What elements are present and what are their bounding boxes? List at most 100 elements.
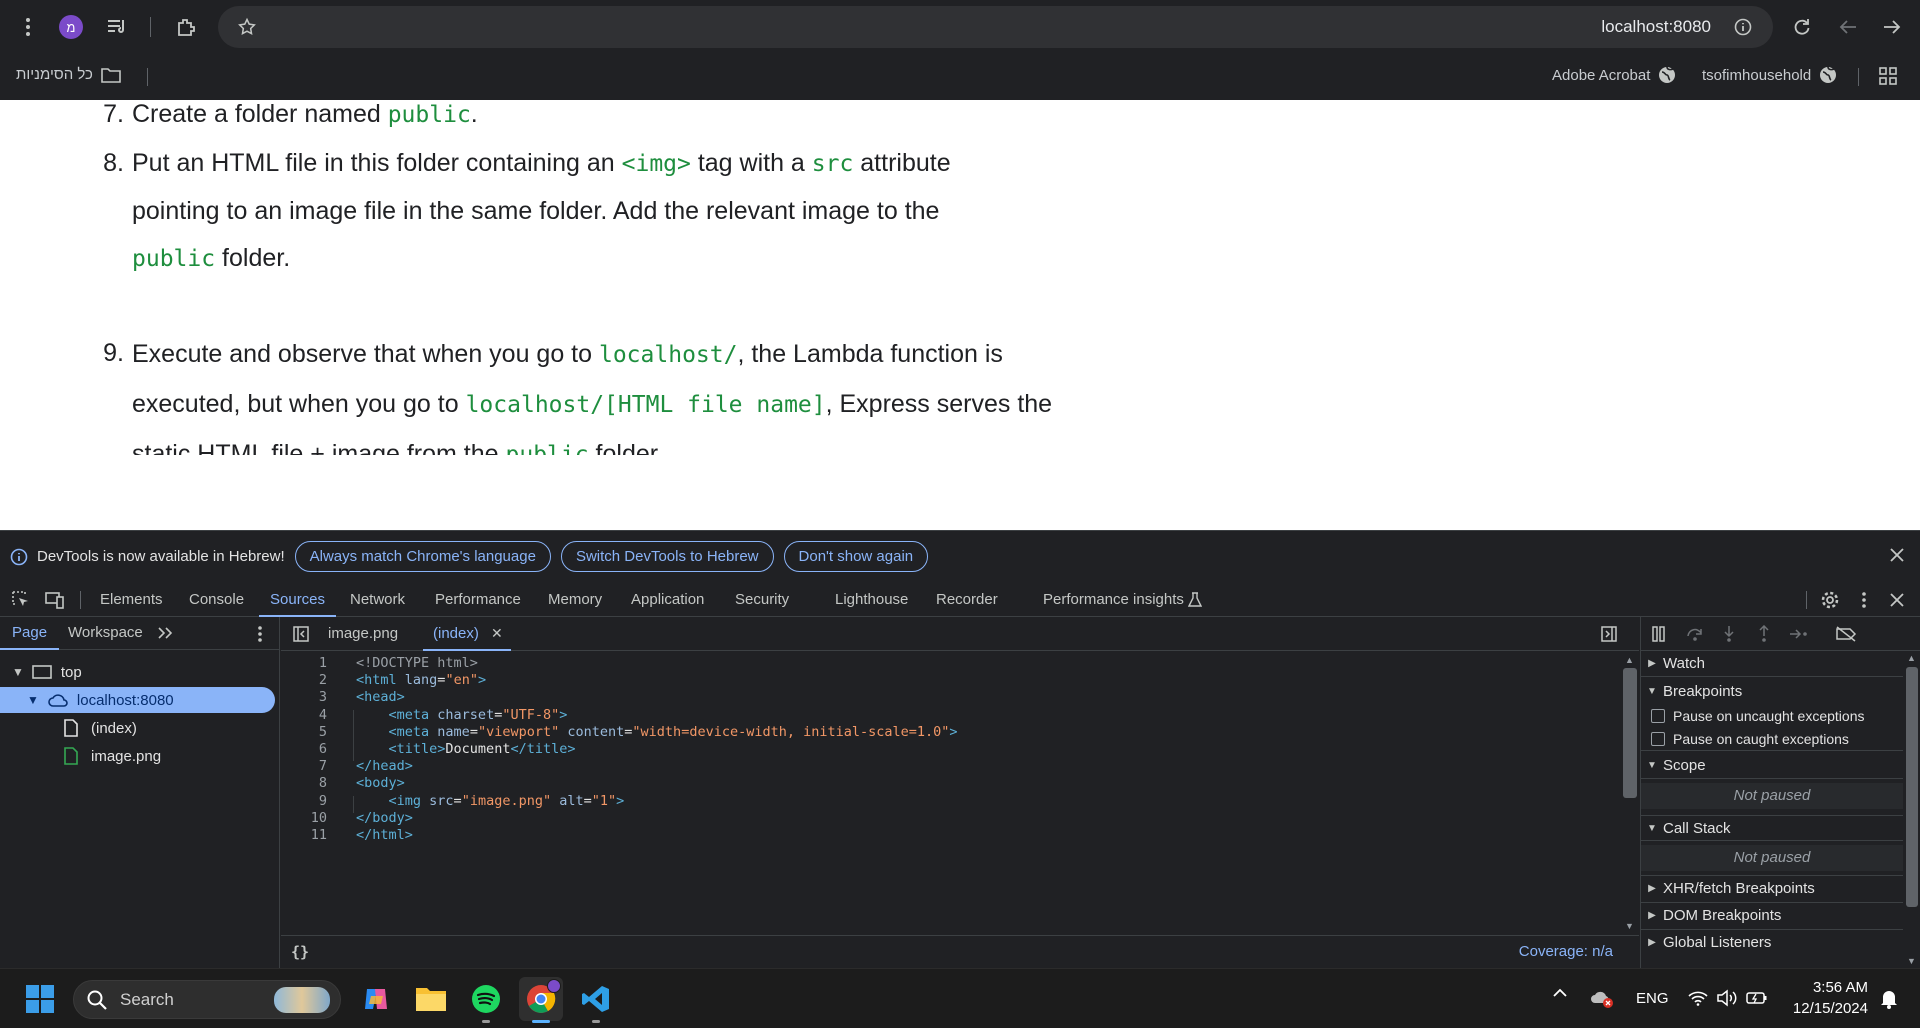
scrollbar-thumb[interactable] bbox=[1623, 668, 1637, 798]
tab-security[interactable]: Security bbox=[735, 582, 789, 617]
code-line[interactable]: <html lang="en"> bbox=[356, 672, 486, 688]
line-number[interactable]: 11 bbox=[281, 827, 327, 843]
section-xhr-breakpoints[interactable]: ▶ XHR/fetch Breakpoints bbox=[1641, 875, 1903, 901]
vertical-scrollbar[interactable]: ▲ ▼ bbox=[1621, 655, 1639, 931]
tree-item-image[interactable]: image.png bbox=[0, 743, 275, 769]
navigator-menu-icon[interactable] bbox=[257, 625, 263, 643]
vscode-app[interactable] bbox=[574, 977, 618, 1023]
tree-item-localhost[interactable]: ▼ localhost:8080 bbox=[0, 687, 275, 713]
close-devtools-icon[interactable] bbox=[1890, 593, 1904, 607]
clock-date[interactable]: 12/15/2024 bbox=[1780, 1000, 1868, 1017]
expand-triangle-icon[interactable]: ▼ bbox=[12, 665, 24, 679]
editor-tab-image[interactable]: image.png bbox=[328, 617, 398, 651]
step-over-icon[interactable] bbox=[1686, 626, 1704, 642]
bookmark-tsofimhousehold[interactable]: tsofimhousehold bbox=[1702, 66, 1837, 84]
code-line[interactable]: <head> bbox=[356, 689, 405, 705]
expand-triangle-icon[interactable]: ▼ bbox=[27, 693, 39, 707]
wifi-icon[interactable] bbox=[1688, 990, 1708, 1006]
section-dom-breakpoints[interactable]: ▶ DOM Breakpoints bbox=[1641, 902, 1903, 928]
start-button[interactable] bbox=[18, 977, 62, 1021]
line-number[interactable]: 10 bbox=[281, 810, 327, 826]
code-line[interactable]: <meta charset="UTF-8"> bbox=[356, 707, 568, 723]
step-icon[interactable] bbox=[1789, 626, 1809, 642]
pause-resume-icon[interactable] bbox=[1651, 626, 1667, 642]
tab-performance-insights[interactable]: Performance insights bbox=[1043, 582, 1184, 617]
url-text[interactable]: localhost:8080 bbox=[1601, 17, 1711, 37]
line-number[interactable]: 2 bbox=[281, 672, 327, 688]
tree-item-index[interactable]: (index) bbox=[0, 715, 275, 741]
toggle-debugger-icon[interactable] bbox=[1601, 626, 1617, 642]
tab-console[interactable]: Console bbox=[189, 582, 244, 617]
code-line[interactable]: <title>Document</title> bbox=[356, 741, 576, 757]
section-breakpoints[interactable]: ▼ Breakpoints bbox=[1641, 678, 1903, 704]
show-hidden-icons-chevron[interactable] bbox=[1552, 987, 1568, 999]
line-number[interactable]: 5 bbox=[281, 724, 327, 740]
line-number[interactable]: 6 bbox=[281, 741, 327, 757]
deactivate-breakpoints-icon[interactable] bbox=[1835, 626, 1857, 642]
battery-icon[interactable] bbox=[1746, 990, 1768, 1006]
code-line[interactable]: </head> bbox=[356, 758, 413, 774]
volume-icon[interactable] bbox=[1716, 989, 1738, 1007]
sidebar-scrollbar[interactable]: ▲ ▼ bbox=[1903, 651, 1920, 968]
pause-uncaught-row[interactable]: Pause on uncaught exceptions bbox=[1641, 704, 1903, 728]
pretty-print-button[interactable]: {} bbox=[291, 943, 309, 961]
scrollbar-thumb[interactable] bbox=[1906, 667, 1918, 907]
chrome-app[interactable] bbox=[519, 977, 563, 1023]
code-line[interactable]: </html> bbox=[356, 827, 413, 843]
settings-gear-icon[interactable] bbox=[1820, 590, 1840, 610]
spotify-app[interactable] bbox=[464, 977, 508, 1023]
tab-network[interactable]: Network bbox=[350, 582, 405, 617]
nav-tab-workspace[interactable]: Workspace bbox=[68, 617, 143, 649]
more-tabs-chevron-icon[interactable] bbox=[157, 626, 173, 640]
device-toolbar-icon[interactable] bbox=[45, 590, 65, 610]
forward-arrow-icon[interactable] bbox=[1880, 15, 1904, 39]
bookmark-star-icon[interactable] bbox=[236, 16, 258, 38]
inspect-element-icon[interactable] bbox=[11, 590, 31, 610]
menu-kebab-icon[interactable] bbox=[18, 15, 38, 39]
line-number[interactable]: 8 bbox=[281, 775, 327, 791]
always-match-language-button[interactable]: Always match Chrome's language bbox=[294, 541, 551, 572]
line-number[interactable]: 7 bbox=[281, 758, 327, 774]
line-number[interactable]: 3 bbox=[281, 689, 327, 705]
bookmark-adobe-acrobat[interactable]: Adobe Acrobat bbox=[1552, 66, 1676, 84]
line-number[interactable]: 4 bbox=[281, 707, 327, 723]
code-line[interactable]: <body> bbox=[356, 775, 405, 791]
scroll-up-arrow[interactable]: ▲ bbox=[1907, 653, 1916, 663]
section-global-listeners[interactable]: ▶ Global Listeners bbox=[1641, 929, 1903, 955]
back-arrow-icon[interactable] bbox=[1836, 15, 1860, 39]
code-line[interactable]: </body> bbox=[356, 810, 413, 826]
code-line[interactable]: <meta name="viewport" content="width=dev… bbox=[356, 724, 958, 740]
tab-recorder[interactable]: Recorder bbox=[936, 582, 998, 617]
scroll-down-arrow[interactable]: ▼ bbox=[1625, 921, 1634, 931]
file-explorer-app[interactable] bbox=[409, 977, 453, 1021]
language-indicator[interactable]: ENG bbox=[1636, 990, 1669, 1007]
line-number[interactable]: 1 bbox=[281, 655, 327, 671]
pause-caught-row[interactable]: Pause on caught exceptions bbox=[1641, 727, 1903, 751]
step-out-icon[interactable] bbox=[1756, 625, 1772, 643]
close-icon[interactable] bbox=[1890, 548, 1904, 562]
notification-bell-icon[interactable] bbox=[1880, 989, 1898, 1009]
clock-time[interactable]: 3:56 AM bbox=[1810, 979, 1868, 996]
tab-sources[interactable]: Sources bbox=[259, 582, 337, 617]
more-options-icon[interactable] bbox=[1861, 591, 1867, 609]
onedrive-icon[interactable] bbox=[1590, 988, 1614, 1008]
site-info-icon[interactable] bbox=[1733, 17, 1753, 37]
copilot-app[interactable] bbox=[354, 977, 398, 1021]
profile-avatar[interactable]: מ bbox=[59, 15, 83, 39]
section-scope[interactable]: ▼ Scope bbox=[1641, 753, 1903, 779]
all-bookmarks-folder[interactable]: כל הסימניות bbox=[16, 66, 121, 83]
tab-application[interactable]: Application bbox=[631, 582, 704, 617]
tab-lighthouse[interactable]: Lighthouse bbox=[835, 582, 908, 617]
dont-show-again-button[interactable]: Don't show again bbox=[783, 541, 929, 572]
section-watch[interactable]: ▶ Watch bbox=[1641, 651, 1903, 677]
reload-icon[interactable] bbox=[1790, 15, 1814, 39]
tree-item-top[interactable]: ▼ top bbox=[0, 659, 275, 685]
switch-to-hebrew-button[interactable]: Switch DevTools to Hebrew bbox=[560, 541, 774, 572]
address-bar[interactable]: localhost:8080 bbox=[218, 6, 1773, 48]
pause-caught-checkbox[interactable] bbox=[1651, 731, 1665, 746]
nav-tab-page[interactable]: Page bbox=[0, 617, 60, 650]
close-tab-icon[interactable]: ✕ bbox=[491, 625, 503, 641]
step-into-icon[interactable] bbox=[1721, 625, 1737, 643]
scroll-up-arrow[interactable]: ▲ bbox=[1625, 655, 1634, 665]
taskbar-search[interactable]: Search bbox=[73, 980, 341, 1019]
